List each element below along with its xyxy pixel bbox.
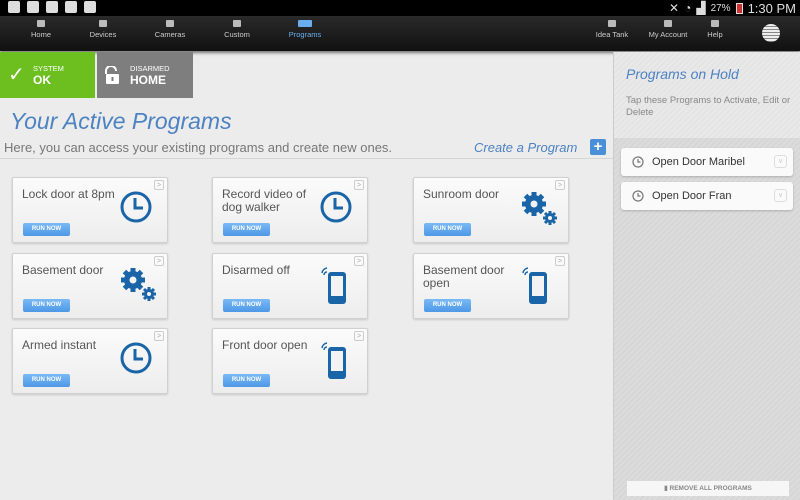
hold-item[interactable]: Open Door Maribel ∨ xyxy=(621,148,793,176)
chevron-down-icon[interactable]: ∨ xyxy=(774,189,787,202)
chevron-right-icon[interactable]: > xyxy=(154,256,164,266)
signal-icon: ▟ xyxy=(696,1,706,15)
hold-panel-description: Tap these Programs to Activate, Edit or … xyxy=(626,95,791,118)
speech-bubble-icon xyxy=(608,20,616,27)
remove-all-programs-button[interactable]: ▮ REMOVE ALL PROGRAMS xyxy=(627,481,789,496)
hold-panel-title: Programs on Hold xyxy=(626,66,739,82)
page-subtitle: Here, you can access your existing progr… xyxy=(4,140,393,155)
nav-label: Devices xyxy=(89,30,117,39)
chevron-down-icon[interactable]: ∨ xyxy=(774,155,787,168)
program-card[interactable]: Basement door RUN NOW > xyxy=(12,253,168,319)
sim-icon xyxy=(46,1,58,13)
run-now-button[interactable]: RUN NOW xyxy=(223,299,270,312)
program-name: Disarmed off xyxy=(222,263,290,277)
image-icon xyxy=(65,1,77,13)
clock: 1:30 PM xyxy=(747,0,796,16)
lock-warning-icon xyxy=(27,1,39,13)
create-program-link[interactable]: Create a Program xyxy=(474,140,577,155)
run-now-button[interactable]: RUN NOW xyxy=(424,223,471,236)
program-card[interactable]: Record video of dog walker RUN NOW > xyxy=(212,177,368,243)
program-card[interactable]: Basement door open RUN NOW > xyxy=(413,253,569,319)
chevron-right-icon[interactable]: > xyxy=(555,256,565,266)
hold-item[interactable]: Open Door Fran ∨ xyxy=(621,182,793,210)
hold-item-name: Open Door Maribel xyxy=(652,156,745,168)
list-icon xyxy=(99,20,107,27)
nav-label: Custom xyxy=(224,30,250,39)
program-name: Lock door at 8pm xyxy=(22,187,115,201)
program-name: Sunroom door xyxy=(423,187,500,201)
program-card[interactable]: Sunroom door RUN NOW > xyxy=(413,177,569,243)
nav-help[interactable]: Help xyxy=(685,20,745,39)
hold-item-name: Open Door Fran xyxy=(652,190,732,202)
run-now-button[interactable]: RUN NOW xyxy=(23,299,70,312)
arm-label: DISARMED xyxy=(130,64,170,73)
nav-programs[interactable]: Programs xyxy=(275,20,335,39)
nav-idea-tank[interactable]: Idea Tank xyxy=(582,20,642,39)
program-card[interactable]: Lock door at 8pm RUN NOW > xyxy=(12,177,168,243)
chevron-right-icon[interactable]: > xyxy=(154,331,164,341)
program-name: Front door open xyxy=(222,338,308,352)
nav-custom[interactable]: Custom xyxy=(207,20,267,39)
chevron-right-icon[interactable]: > xyxy=(555,180,565,190)
program-name: Record video of dog walker xyxy=(222,187,307,214)
run-now-button[interactable]: RUN NOW xyxy=(23,223,70,236)
chevron-right-icon[interactable]: > xyxy=(354,256,364,266)
wrench-icon xyxy=(664,20,672,27)
divider xyxy=(0,158,613,159)
clock-icon xyxy=(632,190,644,202)
run-now-button[interactable]: RUN NOW xyxy=(424,299,471,312)
status-bar: ✕ ◔ ▟ 27% 1:30 PM xyxy=(0,0,800,16)
shield-icon xyxy=(84,1,96,13)
system-value: OK xyxy=(33,73,51,87)
system-label: SYSTEM xyxy=(33,64,64,73)
unlocked-padlock-icon xyxy=(105,66,119,84)
check-icon: ✓ xyxy=(8,64,25,86)
home-icon xyxy=(37,20,45,27)
usb-icon xyxy=(8,1,20,13)
arm-status-tile[interactable]: DISARMED HOME xyxy=(97,52,193,98)
help-icon xyxy=(711,20,719,27)
nav-home[interactable]: Home xyxy=(11,20,71,39)
nav-label: Cameras xyxy=(154,30,186,39)
system-status-tile[interactable]: ✓ SYSTEM OK xyxy=(0,52,95,98)
att-logo xyxy=(762,24,780,42)
chevron-right-icon[interactable]: > xyxy=(354,331,364,341)
programs-icon xyxy=(298,20,312,27)
clock-icon xyxy=(632,156,644,168)
battery-percent: 27% xyxy=(710,2,731,14)
program-card[interactable]: Front door open RUN NOW > xyxy=(212,328,368,394)
notification-icons xyxy=(8,1,96,13)
camera-icon xyxy=(166,20,174,27)
run-now-button[interactable]: RUN NOW xyxy=(223,223,270,236)
nav-label: Idea Tank xyxy=(595,30,629,39)
mute-icon: ✕ xyxy=(669,1,680,15)
chevron-right-icon[interactable]: > xyxy=(154,180,164,190)
nav-bar: Home Devices Cameras Custom Programs Ide… xyxy=(0,16,800,51)
arm-value: HOME xyxy=(130,73,166,87)
create-program-button[interactable]: + xyxy=(590,139,606,155)
nav-devices[interactable]: Devices xyxy=(73,20,133,39)
program-name: Basement door xyxy=(22,263,104,277)
nav-label: Help xyxy=(707,30,723,39)
nav-label: Home xyxy=(30,30,51,39)
chevron-right-icon[interactable]: > xyxy=(354,180,364,190)
program-name: Basement door open xyxy=(423,263,505,290)
custom-icon xyxy=(233,20,241,27)
plus-icon: + xyxy=(593,138,603,155)
nav-cameras[interactable]: Cameras xyxy=(140,20,200,39)
nav-label: My Account xyxy=(648,30,688,39)
page-title: Your Active Programs xyxy=(10,108,232,134)
wifi-icon: ◔ xyxy=(684,1,692,15)
program-name: Armed instant xyxy=(22,338,97,352)
run-now-button[interactable]: RUN NOW xyxy=(223,374,270,387)
run-now-button[interactable]: RUN NOW xyxy=(23,374,70,387)
program-card[interactable]: Armed instant RUN NOW > xyxy=(12,328,168,394)
remove-all-label: REMOVE ALL PROGRAMS xyxy=(669,485,752,492)
nav-label: Programs xyxy=(288,30,322,39)
program-card[interactable]: Disarmed off RUN NOW > xyxy=(212,253,368,319)
battery-icon xyxy=(735,2,743,14)
programs-on-hold-panel: Programs on Hold Tap these Programs to A… xyxy=(613,52,800,500)
